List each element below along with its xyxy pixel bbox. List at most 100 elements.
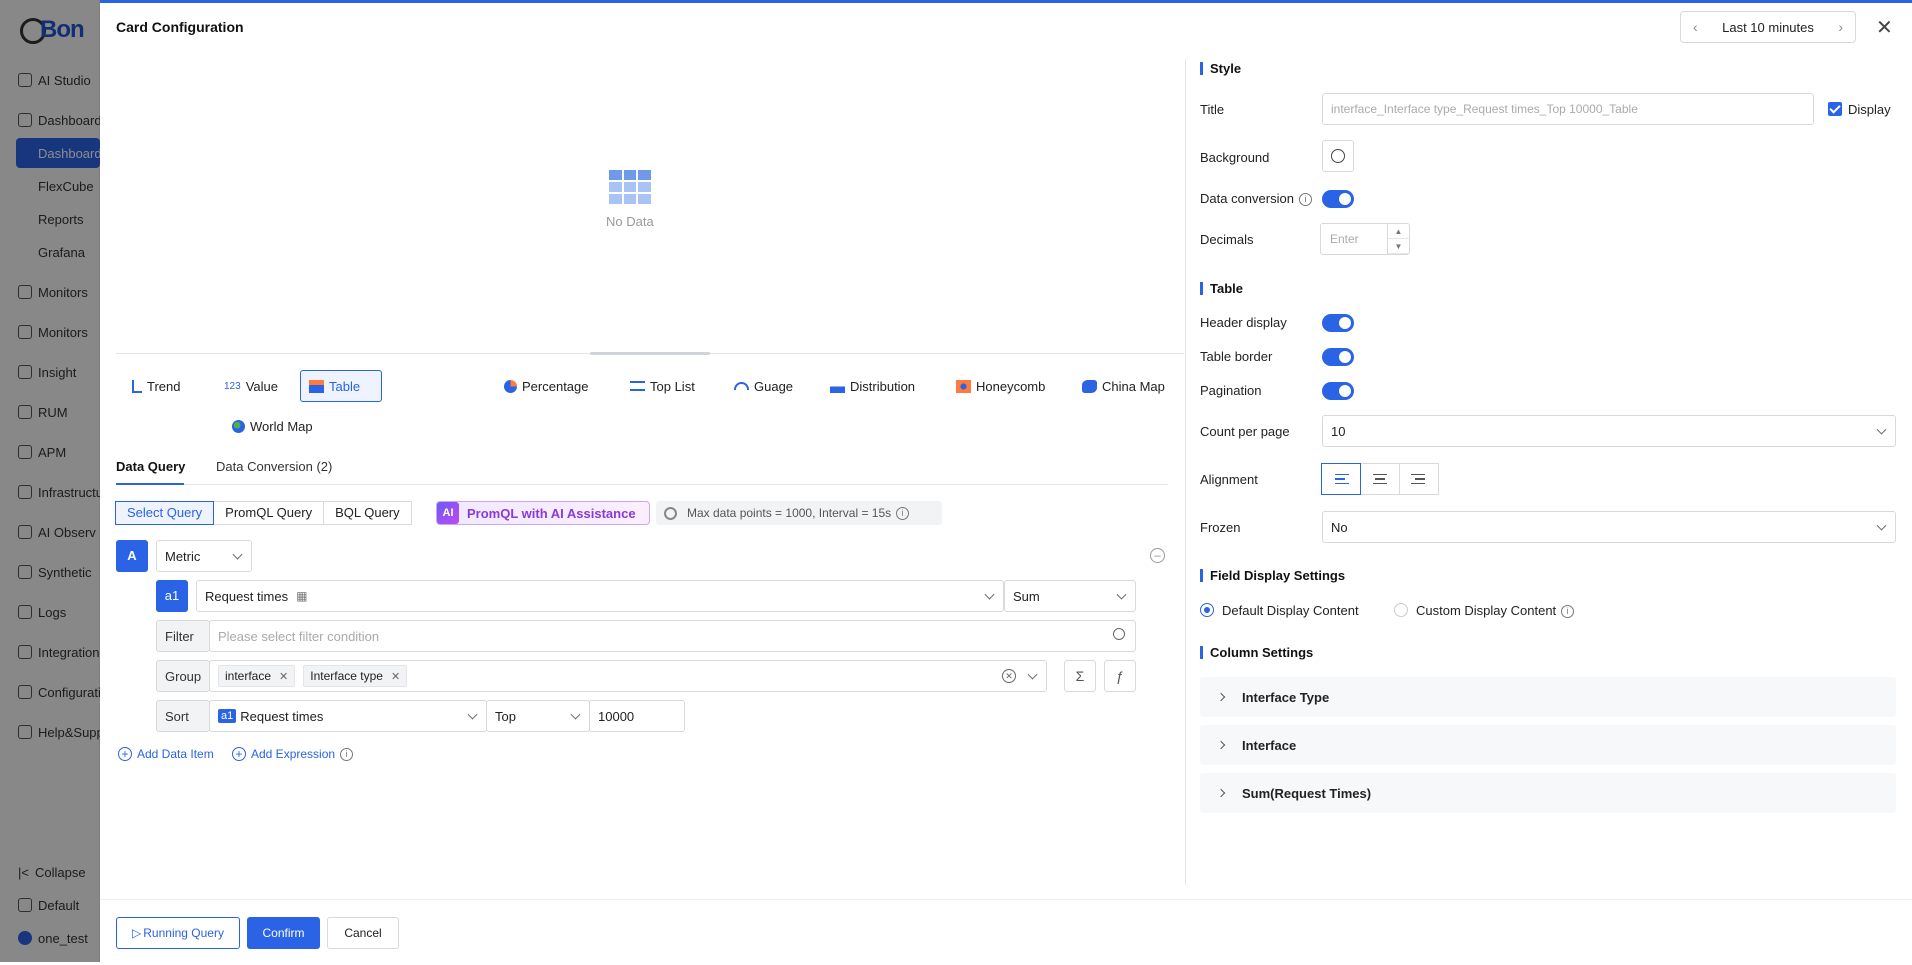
- frozen-select[interactable]: No: [1322, 511, 1896, 543]
- function-icon[interactable]: ƒ: [1104, 660, 1136, 692]
- modal-title: Card Configuration: [116, 19, 244, 35]
- chevron-down-icon: [570, 709, 581, 720]
- sum-icon[interactable]: Σ: [1064, 660, 1096, 692]
- data-source-select[interactable]: Metric: [156, 540, 252, 572]
- chart-type-value[interactable]: 123 Value: [216, 371, 286, 401]
- filter-label: Filter: [156, 620, 210, 652]
- close-icon[interactable]: ✕: [279, 670, 288, 683]
- pagination-toggle[interactable]: [1322, 382, 1354, 400]
- chevron-down-icon: [1027, 669, 1038, 680]
- card-configuration-modal: Card Configuration ‹ Last 10 minutes › ✕…: [100, 0, 1912, 962]
- add-expression-link[interactable]: + Add Expression i: [232, 747, 354, 761]
- promql-ai-button[interactable]: AI PromQL with AI Assistance: [436, 501, 650, 525]
- decimals-stepper[interactable]: Enter ▲ ▼: [1320, 223, 1410, 255]
- chevron-down-icon: [1116, 589, 1127, 600]
- query-letter: A: [116, 540, 148, 572]
- align-right-icon[interactable]: [1399, 463, 1439, 495]
- remove-query-icon[interactable]: –: [1150, 548, 1165, 563]
- max-points-text: Max data points = 1000, Interval = 15s: [687, 506, 892, 520]
- info-icon[interactable]: i: [1561, 605, 1575, 619]
- chart-type-honeycomb[interactable]: Honeycomb: [948, 371, 1053, 401]
- honeycomb-icon: [956, 379, 971, 393]
- chart-type-distribution[interactable]: Distribution: [822, 371, 923, 401]
- info-icon[interactable]: i: [340, 747, 354, 761]
- step-up-icon[interactable]: ▲: [1388, 224, 1409, 239]
- title-label: Title: [1200, 102, 1225, 117]
- play-icon: ▷: [132, 926, 142, 940]
- chart-type-china-map[interactable]: China Map: [1074, 371, 1173, 401]
- promql-query-button[interactable]: PromQL Query: [213, 501, 325, 525]
- radio-icon: [1394, 603, 1408, 617]
- column-settings-section-title: Column Settings: [1200, 646, 1313, 659]
- style-section-title: Style: [1200, 62, 1241, 75]
- cancel-button[interactable]: Cancel: [327, 917, 399, 949]
- group-select[interactable]: interface ✕ Interface type ✕ ✕: [209, 660, 1047, 692]
- sort-order-select[interactable]: Top: [486, 700, 590, 732]
- tab-data-query[interactable]: Data Query: [116, 459, 185, 474]
- alignment-selector: [1321, 463, 1439, 495]
- running-query-button[interactable]: ▷ Running Query: [116, 917, 240, 949]
- table-border-toggle[interactable]: [1322, 348, 1354, 366]
- align-left-icon[interactable]: [1321, 463, 1361, 495]
- background-palette-button[interactable]: [1322, 140, 1354, 172]
- column-setting-interface-type[interactable]: Interface Type: [1200, 677, 1896, 717]
- plus-circle-icon: +: [232, 747, 246, 761]
- display-checkbox[interactable]: Display: [1828, 102, 1891, 117]
- column-setting-interface[interactable]: Interface: [1200, 725, 1896, 765]
- clear-icon[interactable]: ✕: [1002, 669, 1016, 683]
- chart-type-gauge[interactable]: Guage: [726, 371, 801, 401]
- title-input[interactable]: interface_Interface type_Request times_T…: [1322, 93, 1814, 125]
- close-icon[interactable]: ✕: [391, 670, 400, 683]
- distribution-icon: [830, 379, 845, 393]
- count-per-page-select[interactable]: 10: [1322, 415, 1896, 447]
- close-icon[interactable]: ✕: [1876, 15, 1893, 40]
- info-icon[interactable]: i: [896, 506, 910, 520]
- table-section-title: Table: [1200, 282, 1243, 295]
- chevron-right-icon[interactable]: ›: [1838, 19, 1843, 35]
- time-range-picker[interactable]: ‹ Last 10 minutes ›: [1680, 11, 1856, 43]
- chevron-left-icon[interactable]: ‹: [1693, 19, 1698, 35]
- chart-type-world-map[interactable]: World Map: [224, 411, 321, 441]
- tab-data-conversion[interactable]: Data Conversion (2): [216, 459, 332, 474]
- column-setting-sum-request-times[interactable]: Sum(Request Times): [1200, 773, 1896, 813]
- default-display-radio[interactable]: Default Display Content: [1200, 603, 1359, 618]
- resize-handle[interactable]: [590, 352, 710, 355]
- add-data-item-link[interactable]: + Add Data Item: [118, 747, 214, 761]
- tab-underline: [116, 483, 184, 485]
- confirm-button[interactable]: Confirm: [247, 917, 320, 949]
- aggregation-select[interactable]: Sum: [1004, 580, 1136, 612]
- chart-type-trend[interactable]: Trend: [124, 371, 188, 401]
- chevron-right-icon: [1216, 692, 1226, 702]
- sort-limit-input[interactable]: 10000: [589, 700, 685, 732]
- data-conversion-toggle[interactable]: [1322, 190, 1354, 208]
- align-center-icon[interactable]: [1360, 463, 1400, 495]
- header-display-toggle[interactable]: [1322, 314, 1354, 332]
- step-down-icon[interactable]: ▼: [1388, 239, 1409, 254]
- chart-type-top-list[interactable]: Top List: [622, 371, 703, 401]
- sort-field-select[interactable]: a1 Request times: [209, 700, 487, 732]
- frozen-label: Frozen: [1200, 520, 1241, 535]
- query-item-id: a1: [156, 580, 188, 612]
- info-icon[interactable]: i: [1298, 193, 1312, 207]
- chevron-down-icon: [984, 589, 995, 600]
- gauge-icon: [734, 382, 749, 390]
- metric-table-icon: ▦: [296, 589, 308, 603]
- custom-display-radio[interactable]: Custom Display Content i: [1394, 603, 1575, 619]
- max-data-points-info[interactable]: Max data points = 1000, Interval = 15s i: [656, 501, 942, 525]
- header-display-label: Header display: [1200, 315, 1287, 330]
- select-query-button[interactable]: Select Query: [115, 501, 215, 525]
- alignment-label: Alignment: [1200, 472, 1258, 487]
- plus-circle-icon: +: [118, 747, 132, 761]
- bql-query-button[interactable]: BQL Query: [323, 501, 412, 525]
- chart-type-table[interactable]: Table: [300, 370, 382, 402]
- filter-input[interactable]: Please select filter condition: [209, 620, 1136, 652]
- pie-icon: [504, 379, 517, 393]
- pagination-label: Pagination: [1200, 383, 1262, 398]
- time-range-value: Last 10 minutes: [1722, 19, 1814, 35]
- metric-select[interactable]: Request times ▦: [196, 580, 1004, 612]
- chart-type-percentage[interactable]: Percentage: [496, 371, 597, 401]
- table-icon: [309, 379, 324, 393]
- checkbox-checked-icon: [1828, 102, 1842, 116]
- sort-item-badge: a1: [218, 709, 237, 723]
- query-tabs: Data Query Data Conversion (2): [116, 457, 1168, 485]
